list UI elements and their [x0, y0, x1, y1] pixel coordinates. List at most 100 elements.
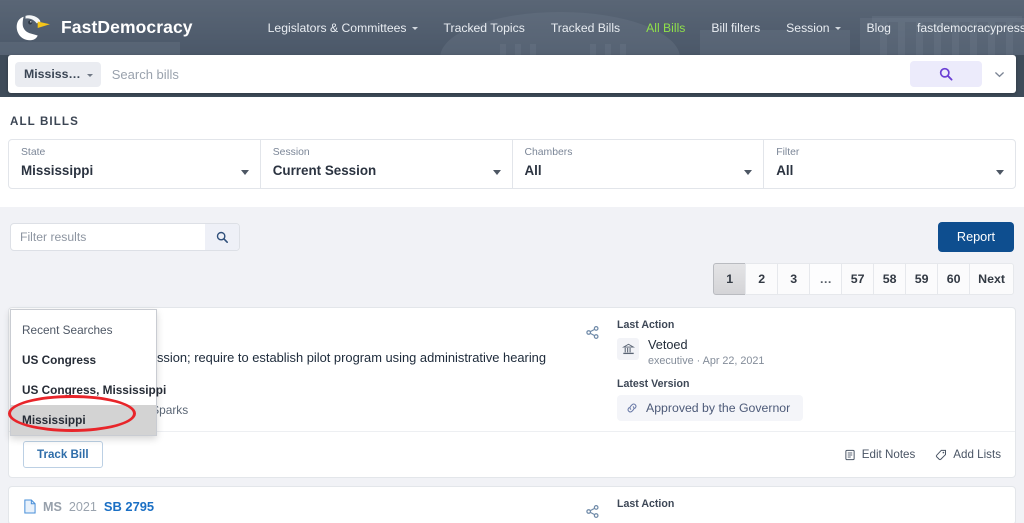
filter-results-input[interactable]	[11, 230, 205, 244]
chevron-down-icon	[835, 27, 841, 30]
chevron-down-icon	[744, 170, 752, 175]
add-lists-label: Add Lists	[953, 448, 1001, 461]
note-icon	[844, 449, 856, 461]
filter-state[interactable]: State Mississippi	[9, 140, 261, 188]
page-button-59[interactable]: 59	[905, 263, 938, 295]
recent-searches-title: Recent Searches	[11, 314, 156, 345]
filter-label: Filter	[776, 146, 1003, 160]
share-icon	[586, 505, 599, 518]
filter-value: All	[525, 161, 752, 181]
tag-icon	[935, 449, 947, 461]
capitol-icon-wrap	[617, 338, 639, 360]
recent-search-item-us-congress[interactable]: US Congress	[11, 345, 156, 375]
bill-footer-actions: Edit Notes Add Lists	[844, 448, 1001, 461]
bill-card-footer: Track Bill Edit Notes	[9, 431, 1015, 477]
recent-searches-dropdown: Recent Searches US Congress US Congress,…	[10, 309, 157, 436]
bill-number-link[interactable]: SB 2795	[104, 499, 154, 514]
nav-link-label: Legislators & Committees	[268, 21, 407, 35]
page-content: ALL BILLS State Mississippi Session Curr…	[0, 97, 1024, 523]
last-action-title: Vetoed	[648, 338, 764, 352]
top-navbar: FastDemocracy Legislators & Committees T…	[0, 0, 1024, 55]
chevron-down-icon	[87, 74, 93, 77]
chevron-down-icon	[412, 27, 418, 30]
page-button-1[interactable]: 1	[713, 263, 746, 295]
last-action-text: Vetoed executive · Apr 22, 2021	[648, 338, 764, 367]
nav-link-all-bills[interactable]: All Bills	[633, 15, 698, 41]
last-action-row: Vetoed executive · Apr 22, 2021	[617, 338, 1001, 367]
nav-link-tracked-bills[interactable]: Tracked Bills	[538, 15, 633, 41]
share-button[interactable]	[581, 500, 603, 522]
add-lists-button[interactable]: Add Lists	[935, 448, 1001, 461]
search-icon	[216, 231, 229, 244]
last-action-meta: executive · Apr 22, 2021	[648, 355, 764, 367]
search-input[interactable]	[101, 67, 910, 82]
latest-version-link[interactable]: Approved by the Governor	[617, 395, 803, 421]
global-search-bar: Mississ…	[8, 55, 1016, 93]
nav-link-blog[interactable]: Blog	[854, 15, 904, 41]
filter-value: Current Session	[273, 161, 500, 181]
filter-results-search-button[interactable]	[205, 224, 239, 250]
page-button-next[interactable]: Next	[969, 263, 1014, 295]
filter-label: State	[21, 146, 248, 160]
nav-link-label: Tracked Topics	[444, 21, 525, 35]
recent-search-item-mississippi[interactable]: Mississippi	[11, 405, 156, 435]
latest-version-label: Latest Version	[617, 378, 1001, 390]
bill-card: MS 2021 SB 2795	[8, 486, 1016, 523]
bill-card-main: MS 2021 SB 2795	[9, 487, 1015, 523]
filter-session[interactable]: Session Current Session	[261, 140, 513, 188]
page-button-58[interactable]: 58	[873, 263, 906, 295]
bill-card-right: Last Action	[617, 487, 1015, 523]
edit-notes-label: Edit Notes	[862, 448, 916, 461]
bill-state: MS	[43, 500, 62, 514]
filters-band: State Mississippi Session Current Sessio…	[0, 139, 1024, 207]
bill-share-column	[567, 487, 617, 523]
nav-links: Legislators & Committees Tracked Topics …	[255, 15, 1024, 41]
document-icon	[23, 499, 36, 514]
state-scope-chip[interactable]: Mississ…	[15, 62, 101, 87]
nav-link-session[interactable]: Session	[773, 15, 853, 41]
bill-card-right: Last Action Vetoed	[617, 308, 1015, 431]
search-submit-button[interactable]	[910, 61, 982, 87]
state-scope-label: Mississ…	[24, 67, 81, 81]
nav-link-tracked-topics[interactable]: Tracked Topics	[431, 15, 538, 41]
filter-label: Session	[273, 146, 500, 160]
page-button-3[interactable]: 3	[777, 263, 810, 295]
filter-bar: State Mississippi Session Current Sessio…	[8, 139, 1016, 189]
brand-logo[interactable]: FastDemocracy	[14, 13, 193, 43]
filter-chambers[interactable]: Chambers All	[513, 140, 765, 188]
filter-results-field	[10, 223, 240, 251]
share-button[interactable]	[581, 321, 603, 343]
chevron-down-icon	[493, 170, 501, 175]
last-action-label: Last Action	[617, 319, 1001, 331]
eagle-icon	[14, 13, 52, 43]
recent-search-item-us-congress-mississippi[interactable]: US Congress, Mississippi	[11, 375, 156, 405]
page-button-2[interactable]: 2	[745, 263, 778, 295]
track-bill-button[interactable]: Track Bill	[23, 441, 103, 468]
nav-link-account[interactable]: fastdemocracypress	[904, 15, 1024, 41]
chevron-down-icon	[996, 170, 1004, 175]
share-icon	[586, 326, 599, 339]
filters-spacer	[0, 189, 1024, 207]
nav-link-label: Tracked Bills	[551, 21, 620, 35]
nav-link-legislators-committees[interactable]: Legislators & Committees	[255, 15, 431, 41]
page-button-60[interactable]: 60	[937, 263, 970, 295]
bill-year: 2021	[69, 500, 97, 514]
nav-link-label: All Bills	[646, 21, 685, 35]
link-icon	[626, 402, 638, 414]
search-options-button[interactable]	[982, 55, 1016, 93]
report-button[interactable]: Report	[938, 222, 1014, 252]
page-ellipsis: …	[809, 263, 842, 295]
page-button-57[interactable]: 57	[841, 263, 874, 295]
nav-link-bill-filters[interactable]: Bill filters	[698, 15, 773, 41]
edit-notes-button[interactable]: Edit Notes	[844, 448, 916, 461]
filter-value: Mississippi	[21, 161, 248, 181]
search-bar-region: Mississ…	[0, 55, 1024, 97]
chevron-down-icon	[994, 69, 1005, 80]
last-action-label: Last Action	[617, 498, 1001, 510]
chevron-down-icon	[241, 170, 249, 175]
filter-filter[interactable]: Filter All	[764, 140, 1015, 188]
filter-label: Chambers	[525, 146, 752, 160]
search-icon	[939, 67, 953, 81]
bill-share-column	[567, 308, 617, 431]
bill-header: MS 2021 SB 2795	[23, 499, 567, 514]
